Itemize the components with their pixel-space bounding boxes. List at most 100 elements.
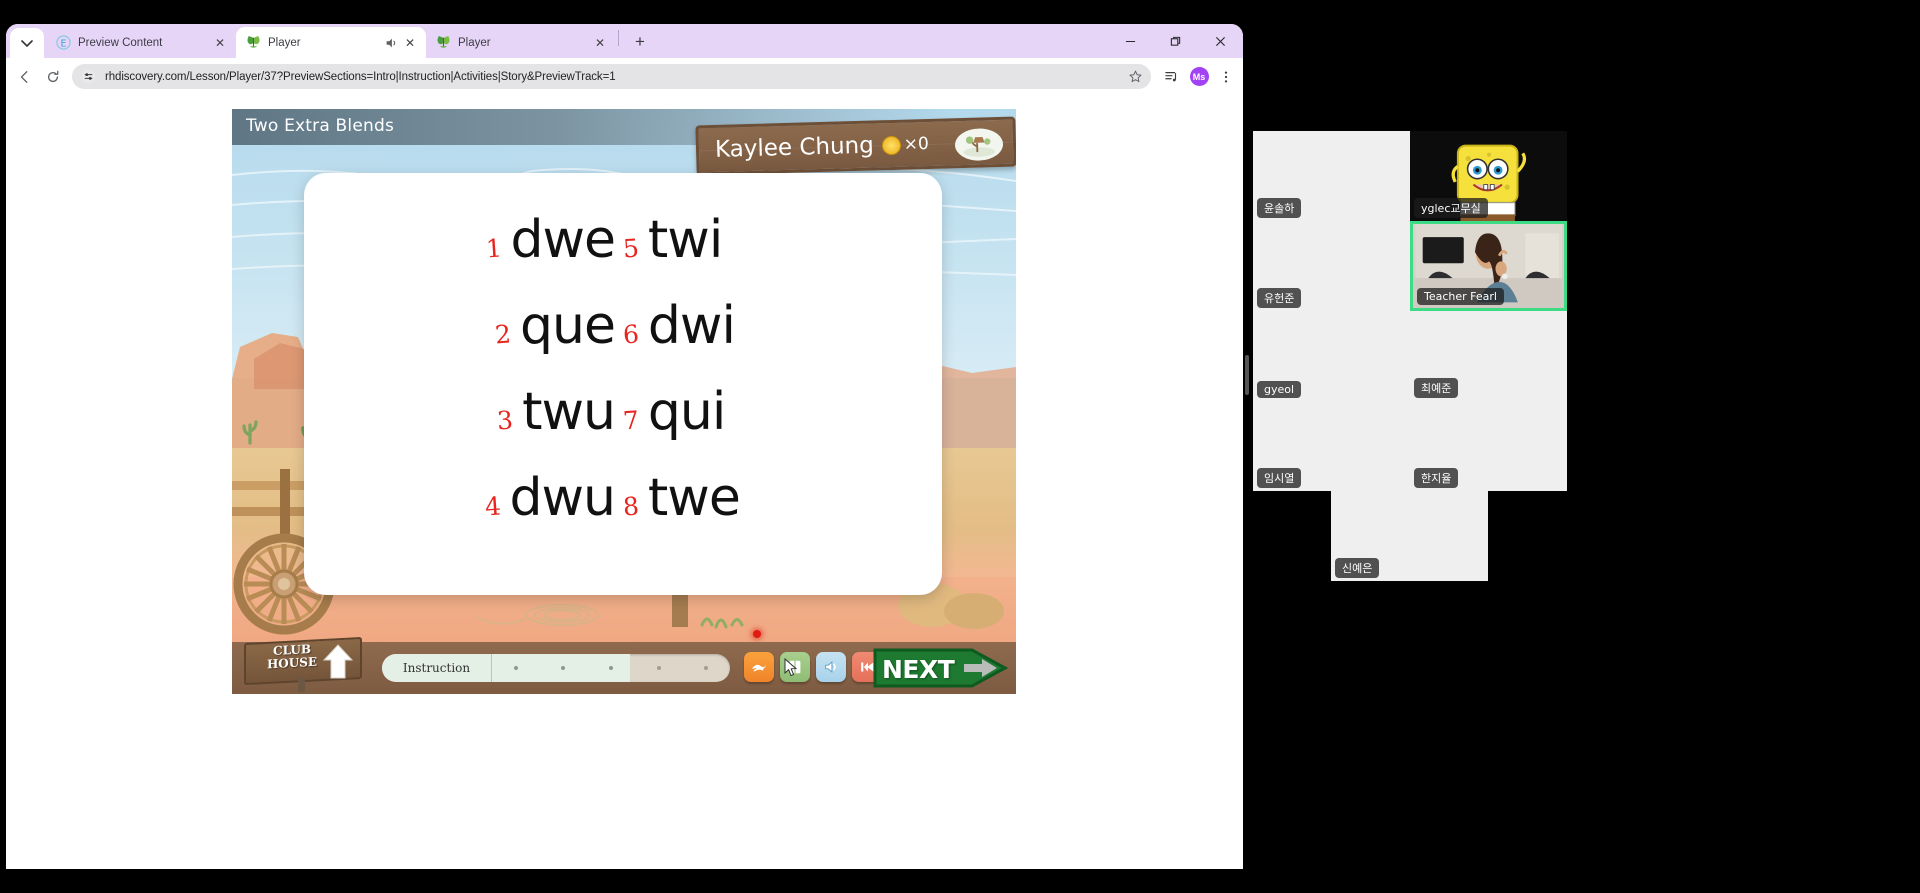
bookmark-button[interactable]	[1124, 66, 1146, 88]
gold-coin-icon	[881, 135, 902, 155]
speaker-button[interactable]	[816, 652, 846, 682]
speaker-icon	[825, 661, 836, 673]
participant-tile[interactable]: 윤솔하	[1253, 131, 1410, 221]
lesson-progress-bar[interactable]: Instruction	[382, 654, 730, 682]
mouse-cursor-icon	[784, 658, 798, 677]
word-row: 1 dwe 5 twi	[304, 199, 942, 281]
word-text: dwe	[510, 210, 616, 270]
word-text: que	[520, 296, 616, 356]
media-playlist-icon	[1165, 71, 1177, 81]
progress-track[interactable]	[492, 654, 730, 682]
address-bar[interactable]: rhdiscovery.com/Lesson/Player/37?Preview…	[72, 64, 1151, 89]
next-button-body: NEXT	[872, 646, 1008, 690]
participant-name: gyeol	[1257, 381, 1302, 398]
participant-tile-active-speaker[interactable]: Teacher Fearl	[1410, 221, 1567, 311]
participant-tile[interactable]: yglec교무실	[1410, 131, 1567, 221]
svg-text:E: E	[61, 38, 67, 49]
tab-player-2[interactable]: Player ✕	[426, 27, 616, 58]
arrow-right-icon	[964, 659, 997, 677]
word-number: 2	[494, 319, 513, 350]
reload-icon	[47, 70, 59, 82]
word-item[interactable]: 8 twe	[622, 472, 851, 524]
arrow-up-icon	[322, 644, 354, 679]
lesson-stage: Two Extra Blends Kaylee Chung ×0 1 dwe 5…	[232, 109, 1016, 694]
screen: E Preview Content ✕ Player ✕ Player ✕ + …	[0, 0, 1920, 893]
site-settings-tune-icon[interactable]	[81, 69, 96, 84]
tab-preview-content[interactable]: E Preview Content ✕	[46, 27, 236, 58]
progress-dot[interactable]	[492, 666, 540, 670]
audio-playing-icon[interactable]	[384, 36, 398, 50]
next-button[interactable]: NEXT	[872, 646, 1008, 690]
participant-tile[interactable]: 신예은	[1331, 491, 1488, 581]
toolbar: rhdiscovery.com/Lesson/Player/37?Preview…	[6, 58, 1243, 95]
word-item[interactable]: 1 dwe	[395, 214, 623, 266]
butterfly-icon	[247, 35, 260, 48]
avatar: Ms	[1189, 67, 1209, 86]
tab-strip: E Preview Content ✕ Player ✕ Player ✕ +	[6, 24, 1243, 58]
word-text: dwi	[647, 296, 736, 356]
participant-tile[interactable]: gyeol	[1253, 311, 1410, 401]
sign-post	[298, 678, 305, 692]
window-controls	[1108, 24, 1243, 58]
page-viewport: Two Extra Blends Kaylee Chung ×0 1 dwe 5…	[6, 95, 1243, 869]
red-laser-dot	[753, 630, 761, 638]
progress-dot[interactable]	[682, 666, 730, 670]
tab-separator	[618, 30, 619, 46]
profile-button[interactable]: Ms	[1186, 64, 1212, 90]
word-number: 3	[496, 405, 515, 436]
coin-count: ×0	[903, 133, 930, 155]
participant-tile[interactable]: 임시열	[1253, 401, 1410, 491]
restore-icon	[1170, 36, 1181, 46]
student-name: Kaylee Chung	[714, 132, 875, 163]
clubhouse-sign[interactable]: CLUB HOUSE	[244, 636, 370, 692]
word-number: 1	[484, 233, 503, 264]
bird-fly-icon	[751, 664, 767, 672]
close-button[interactable]	[1198, 24, 1243, 58]
participant-name: 한지율	[1414, 468, 1459, 488]
participant-tile[interactable]: 유헌준	[1253, 221, 1410, 311]
back-button[interactable]	[12, 64, 38, 90]
participant-name: 임시열	[1257, 468, 1302, 488]
page-title: Two Extra Blends	[246, 116, 395, 136]
browser-menu-button[interactable]	[1213, 64, 1239, 90]
tab-close-button[interactable]: ✕	[402, 35, 418, 51]
progress-dot[interactable]	[540, 666, 588, 670]
minimize-button[interactable]	[1108, 24, 1153, 58]
tab-label: Player	[458, 36, 491, 49]
tab-close-button[interactable]: ✕	[592, 35, 608, 51]
word-item[interactable]: 7 qui	[622, 386, 851, 438]
word-number: 7	[622, 405, 640, 436]
tab-search-button[interactable]	[10, 28, 44, 58]
media-control-button[interactable]	[1159, 64, 1185, 90]
maximize-button[interactable]	[1153, 24, 1198, 58]
word-text: twi	[647, 210, 723, 270]
panel-resize-handle[interactable]	[1245, 355, 1249, 395]
tab-label: Preview Content	[78, 36, 163, 49]
tab-close-button[interactable]: ✕	[212, 35, 228, 51]
progress-dot[interactable]	[587, 666, 635, 670]
next-label: NEXT	[882, 655, 955, 684]
participant-tile[interactable]: 최예준	[1410, 311, 1567, 401]
word-item[interactable]: 5 twi	[622, 210, 851, 270]
new-tab-button[interactable]: +	[627, 29, 653, 55]
minimize-icon	[1125, 40, 1136, 42]
toolbar-buttons	[744, 652, 882, 682]
video-conference-panel: 윤솔하 yglec교무실 유헌준 Teacher Fearl gyeol 최예준…	[1245, 0, 1920, 893]
clubhouse-line2: HOUSE	[266, 654, 318, 672]
word-item[interactable]: 6 dwi	[622, 296, 851, 356]
butterfly-icon	[437, 35, 450, 48]
word-text: dwu	[509, 468, 616, 528]
progress-dot[interactable]	[635, 666, 683, 670]
chevron-down-icon	[21, 40, 33, 48]
kebab-menu-icon	[1224, 70, 1228, 83]
bird-fly-button[interactable]	[744, 652, 774, 682]
word-item[interactable]: 4 dwu	[395, 472, 623, 524]
treehouse-badge-icon	[954, 127, 1004, 162]
participant-tile[interactable]: 한지율	[1410, 401, 1567, 491]
word-row: 4 dwu 8 twe	[304, 457, 942, 539]
word-item[interactable]: 3 twu	[395, 386, 623, 438]
reload-button[interactable]	[40, 64, 66, 90]
student-name-plank: Kaylee Chung ×0	[695, 116, 1016, 176]
word-item[interactable]: 2 que	[395, 300, 623, 352]
tab-player-active[interactable]: Player ✕	[236, 27, 426, 58]
